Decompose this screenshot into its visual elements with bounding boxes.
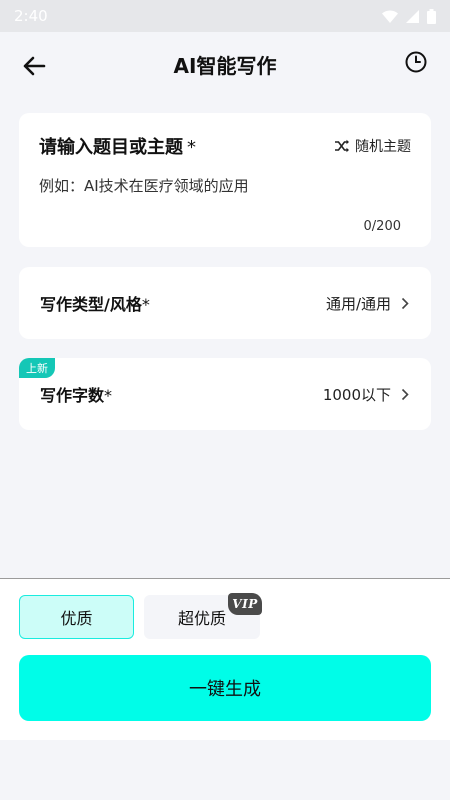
generate-button[interactable]: 一键生成 <box>19 655 431 721</box>
wifi-icon <box>382 9 398 23</box>
topic-header: 请输入题目或主题 * 随机主题 <box>39 133 411 159</box>
battery-icon <box>427 8 436 24</box>
writing-type-value-text: 通用/通用 <box>325 294 391 313</box>
required-star: * <box>141 295 150 314</box>
writing-type-value: 通用/通用 <box>326 293 409 314</box>
word-count-value-text: 1000以下 <box>322 385 391 404</box>
bottom-panel: 优质 超优质 VIP 一键生成 <box>0 578 450 740</box>
topic-label-text: 请输入题目或主题 <box>39 137 183 158</box>
random-topic-label: 随机主题 <box>355 139 411 155</box>
word-count-row[interactable]: 写作字数* 1000以下 <box>19 358 431 430</box>
gesture-area <box>0 740 450 800</box>
shuffle-icon <box>335 139 349 153</box>
status-icons <box>382 8 436 24</box>
back-arrow-icon[interactable] <box>20 52 48 80</box>
quality-option-premium[interactable]: 优质 <box>19 595 134 639</box>
topic-label: 请输入题目或主题 * <box>39 133 196 159</box>
random-topic-button[interactable]: 随机主题 <box>334 136 411 156</box>
history-clock-icon[interactable] <box>404 50 428 74</box>
signal-icon <box>406 9 419 23</box>
status-time: 2:40 <box>14 7 48 25</box>
new-badge: 上新 <box>19 358 55 378</box>
writing-type-label-text: 写作类型/风格 <box>40 295 142 314</box>
char-counter: 0/200 <box>363 219 401 234</box>
chevron-right-icon <box>401 388 409 400</box>
vip-badge: VIP <box>228 593 262 615</box>
required-star: * <box>187 137 196 158</box>
page-title: AI智能写作 <box>173 53 277 78</box>
topic-input[interactable] <box>39 177 411 195</box>
writing-type-row[interactable]: 写作类型/风格* 通用/通用 <box>19 267 431 339</box>
word-count-label: 写作字数* <box>40 382 112 406</box>
writing-type-label: 写作类型/风格* <box>40 291 150 315</box>
word-count-label-text: 写作字数 <box>40 386 105 405</box>
required-star: * <box>104 386 113 405</box>
word-count-value: 1000以下 <box>323 384 409 405</box>
status-bar: 2:40 <box>0 0 450 32</box>
chevron-right-icon <box>401 297 409 309</box>
nav-bar: AI智能写作 <box>0 32 450 96</box>
